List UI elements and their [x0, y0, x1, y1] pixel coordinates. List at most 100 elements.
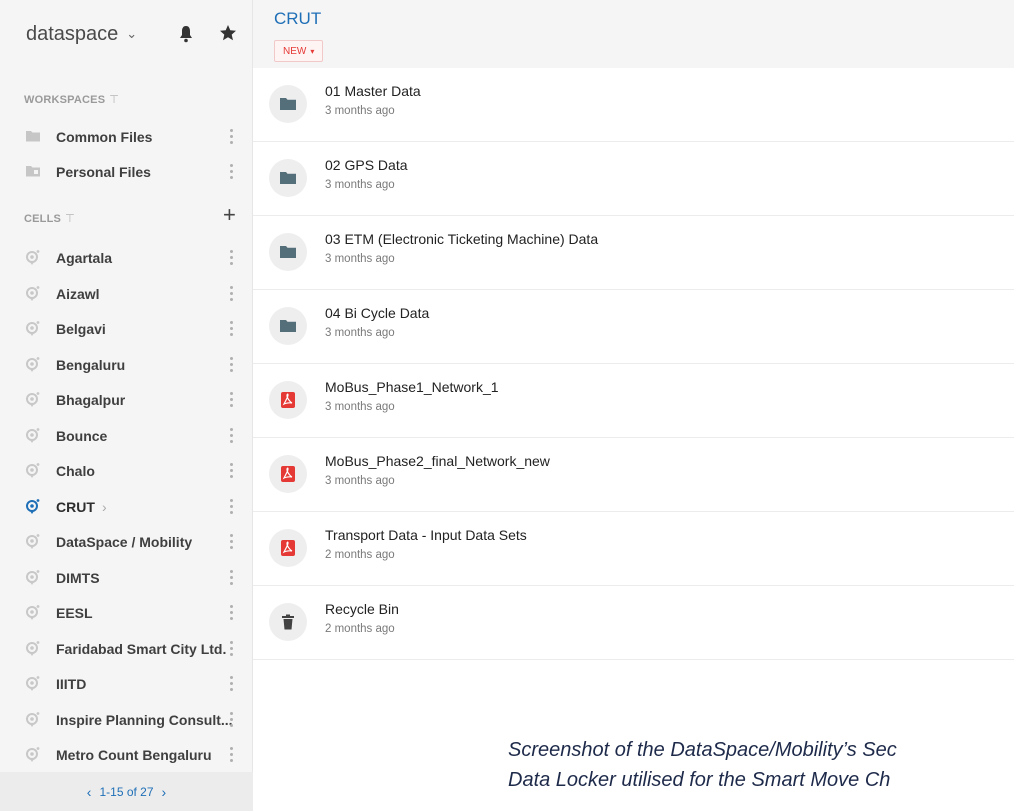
cell-item-label: Aizawl — [56, 285, 100, 302]
caption: Screenshot of the DataSpace/Mobility’s S… — [508, 735, 897, 795]
more-vert-icon[interactable] — [230, 390, 234, 408]
trash-icon — [282, 614, 294, 630]
more-vert-icon[interactable] — [230, 710, 234, 728]
file-type-badge — [269, 233, 307, 271]
file-name: MoBus_Phase2_final_Network_new — [325, 453, 550, 469]
file-name: MoBus_Phase1_Network_1 — [325, 379, 499, 395]
file-row[interactable]: 02 GPS Data 3 months ago — [253, 142, 1014, 216]
modified-time: 3 months ago — [325, 253, 395, 265]
cell-item[interactable]: Faridabad Smart City Ltd. — [0, 631, 253, 666]
cell-item[interactable]: IIITD — [0, 666, 253, 701]
file-name: Transport Data - Input Data Sets — [325, 527, 527, 543]
more-vert-icon[interactable] — [230, 603, 234, 621]
file-row[interactable]: 01 Master Data 3 months ago — [253, 68, 1014, 142]
cell-icon — [26, 676, 40, 691]
filter-icon[interactable]: ⊤ — [65, 212, 75, 225]
cell-item-label: IIITD — [56, 675, 87, 692]
prev-page-icon[interactable]: ‹ — [79, 784, 100, 800]
more-vert-icon[interactable] — [230, 162, 234, 180]
personal-folder-icon — [26, 166, 40, 177]
page-title: CRUT — [274, 9, 322, 28]
cell-item[interactable]: Aizawl — [0, 276, 253, 311]
file-name: 01 Master Data — [325, 83, 421, 99]
cell-item[interactable]: EESL — [0, 595, 253, 630]
file-name: 03 ETM (Electronic Ticketing Machine) Da… — [325, 231, 599, 247]
caption-line-1: Screenshot of the DataSpace/Mobility’s S… — [508, 739, 897, 761]
cell-icon — [26, 250, 40, 265]
file-row[interactable]: 04 Bi Cycle Data 3 months ago — [253, 290, 1014, 364]
pdf-icon — [281, 540, 295, 556]
cell-item[interactable]: Chalo — [0, 453, 253, 488]
file-type-badge — [269, 85, 307, 123]
cell-item[interactable]: Bhagalpur — [0, 382, 253, 417]
brand-label: dataspace — [26, 22, 119, 45]
caption-line-2: Data Locker utilised for the Smart Move … — [508, 769, 891, 791]
modified-time: 3 months ago — [325, 401, 395, 413]
cell-item[interactable]: Bounce — [0, 418, 253, 453]
workspace-item-common-files[interactable]: Common Files — [0, 119, 253, 154]
more-vert-icon[interactable] — [230, 284, 234, 302]
pdf-icon — [281, 466, 295, 482]
more-vert-icon[interactable] — [230, 745, 234, 763]
cell-item[interactable]: Inspire Planning Consult... — [0, 702, 253, 737]
more-vert-icon[interactable] — [230, 127, 234, 145]
more-vert-icon[interactable] — [230, 639, 234, 657]
more-vert-icon[interactable] — [230, 568, 234, 586]
cell-item-label: Belgavi — [56, 320, 106, 337]
chevron-right-icon: › — [102, 498, 107, 515]
file-type-badge — [269, 603, 307, 641]
cell-item[interactable]: CRUT › — [0, 489, 253, 524]
cell-item-label: Agartala — [56, 249, 113, 266]
file-row[interactable]: Recycle Bin 2 months ago — [253, 586, 1014, 660]
workspace-item-label: Personal Files — [56, 163, 151, 180]
folder-icon — [280, 98, 296, 110]
more-vert-icon[interactable] — [230, 674, 234, 692]
workspaces-header: WORKSPACES ⊤ — [24, 93, 119, 107]
file-type-badge — [269, 455, 307, 493]
cell-icon — [26, 534, 40, 549]
bell-icon[interactable] — [178, 25, 194, 43]
cell-item[interactable]: Belgavi — [0, 311, 253, 346]
cell-item[interactable]: Metro Count Bengaluru — [0, 737, 253, 772]
cell-icon — [26, 605, 40, 620]
more-vert-icon[interactable] — [230, 532, 234, 550]
more-vert-icon[interactable] — [230, 248, 234, 266]
file-row[interactable]: 03 ETM (Electronic Ticketing Machine) Da… — [253, 216, 1014, 290]
cell-item-label: Metro Count Bengaluru — [56, 746, 212, 763]
more-vert-icon[interactable] — [230, 426, 234, 444]
cells-header: CELLS ⊤ — [24, 212, 75, 226]
sidebar: dataspace ⌄ WORKSPACES ⊤ Common Files Pe… — [0, 0, 253, 811]
file-row[interactable]: MoBus_Phase1_Network_1 3 months ago — [253, 364, 1014, 438]
cell-item-label: EESL — [56, 604, 93, 621]
workspace-item-personal-files[interactable]: Personal Files — [0, 154, 253, 189]
filter-icon[interactable]: ⊤ — [109, 93, 119, 106]
more-vert-icon[interactable] — [230, 319, 234, 337]
cell-item[interactable]: Bengaluru — [0, 347, 253, 382]
add-cell-button[interactable]: + — [223, 204, 236, 226]
modified-time: 3 months ago — [325, 327, 395, 339]
cell-icon — [26, 357, 40, 372]
cell-item[interactable]: Agartala — [0, 240, 253, 275]
star-icon[interactable] — [219, 24, 237, 42]
folder-icon — [280, 172, 296, 184]
cell-item-label: CRUT — [56, 498, 95, 515]
modified-time: 2 months ago — [325, 549, 395, 561]
cell-icon — [26, 641, 40, 656]
more-vert-icon[interactable] — [230, 461, 234, 479]
pdf-icon — [281, 392, 295, 408]
file-row[interactable]: MoBus_Phase2_final_Network_new 3 months a… — [253, 438, 1014, 512]
modified-time: 3 months ago — [325, 105, 395, 117]
new-button[interactable]: NEW ▾ — [274, 40, 324, 62]
cell-item[interactable]: DataSpace / Mobility — [0, 524, 253, 559]
next-page-icon[interactable]: › — [154, 784, 175, 800]
file-row[interactable]: Transport Data - Input Data Sets 2 months… — [253, 512, 1014, 586]
workspace-switcher[interactable]: dataspace ⌄ — [26, 23, 137, 46]
more-vert-icon[interactable] — [230, 355, 234, 373]
cell-icon — [26, 463, 40, 478]
cell-icon — [26, 392, 40, 407]
more-vert-icon[interactable] — [230, 497, 234, 515]
cell-item[interactable]: DIMTS — [0, 560, 253, 595]
cells-header-label: CELLS — [24, 212, 62, 225]
file-name: Recycle Bin — [325, 601, 399, 617]
cell-item-label: Faridabad Smart City Ltd. — [56, 640, 227, 657]
